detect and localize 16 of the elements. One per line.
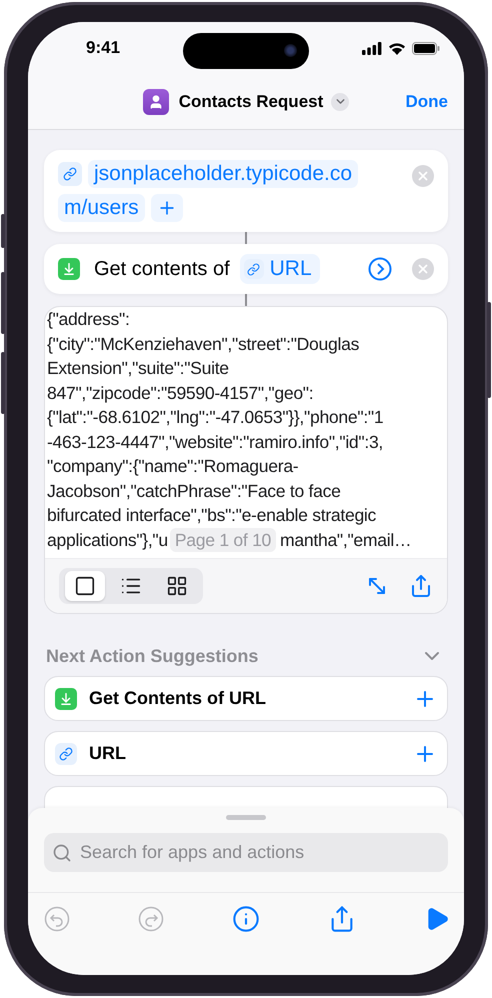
status-time: 9:41 [86, 38, 120, 58]
url-token[interactable]: m/users [58, 194, 145, 222]
json-preview-text: {"address": {"city":"McKenziehaven","street":"Douglas Extension","suite":"Suite 847","zipcode":"59590-4157","geo": {"lat":"-68.6102","lng":"-47.0653"}},"phone":"1 -463-123-4447","website":"ramiro.info","id":3, "company":{"name":"Romaguera- Jacobson","catchPhrase":"Face to face bifurcated interface","bs":"e-enable strategic applications"},"u Page 1 of 10 mantha","email… [47, 307, 447, 552]
suggestion-label: URL [89, 743, 127, 764]
url-variable-token[interactable]: URL [240, 254, 320, 284]
search-field[interactable]: Search for apps and actions [78, 841, 440, 864]
suggestions-heading: Next Action Suggestions [46, 646, 258, 666]
done-button[interactable]: Done [406, 92, 448, 112]
shortcut-title[interactable]: Contacts Request [178, 92, 324, 112]
search-bar[interactable]: Search for apps and actions [44, 833, 448, 872]
suggestion-row[interactable]: URL [44, 731, 448, 776]
suggestion-label: Get Contents of URL [89, 688, 267, 709]
page-indicator: Page 1 of 10 [170, 528, 276, 552]
url-token[interactable]: jsonplaceholder.typicode.co [88, 160, 358, 188]
suggestion-row[interactable]: Get Contents of URL [44, 676, 448, 721]
action-label: Get contents of [94, 258, 230, 280]
